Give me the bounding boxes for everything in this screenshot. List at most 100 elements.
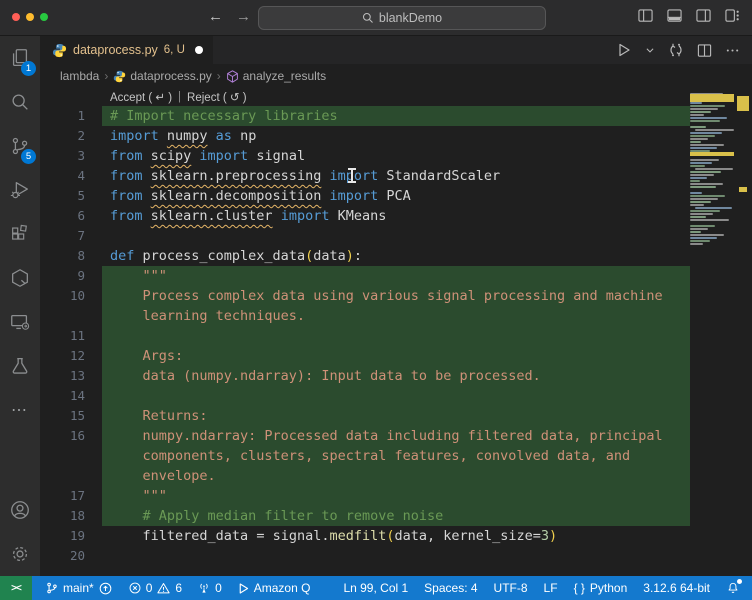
code-line[interactable]: components, clusters, spectral features,… — [40, 446, 690, 466]
code-line[interactable]: 5from sklearn.decomposition import PCA — [40, 186, 690, 206]
code-line[interactable]: 6from sklearn.cluster import KMeans — [40, 206, 690, 226]
explorer-badge: 1 — [21, 61, 36, 76]
sidebar-item-testing[interactable] — [0, 344, 40, 388]
line-content: from sklearn.cluster import KMeans — [102, 206, 690, 226]
radio-tower-icon — [197, 581, 211, 595]
code-line[interactable]: 13 data (numpy.ndarray): Input data to b… — [40, 366, 690, 386]
minimize-window-button[interactable] — [26, 13, 34, 21]
accept-suggestion-button[interactable]: Accept ( ↵ ) — [110, 90, 172, 104]
code-line[interactable]: 18 # Apply median filter to remove noise — [40, 506, 690, 526]
code-line[interactable]: 19 filtered_data = signal.medfilt(data, … — [40, 526, 690, 546]
code-line[interactable]: learning techniques. — [40, 306, 690, 326]
cursor-position-status[interactable]: Ln 99, Col 1 — [343, 581, 408, 595]
code-line[interactable]: 15 Returns: — [40, 406, 690, 426]
line-content: def process_complex_data(data): — [102, 246, 690, 266]
open-changes-button[interactable] — [668, 42, 684, 58]
sidebar-item-source-control[interactable]: 5 — [0, 124, 40, 168]
line-content: data (numpy.ndarray): Input data to be p… — [102, 366, 690, 386]
search-icon — [9, 91, 31, 113]
python-interpreter-status[interactable]: 3.12.6 64-bit — [643, 581, 710, 595]
run-icon — [616, 42, 632, 58]
overview-ruler[interactable] — [734, 88, 752, 576]
navigate-forward-icon[interactable]: → — [236, 8, 251, 25]
breadcrumb-symbol[interactable]: analyze_results — [226, 69, 326, 83]
line-content — [102, 546, 690, 566]
unsaved-changes-dot[interactable] — [195, 46, 203, 54]
sidebar-item-search[interactable] — [0, 80, 40, 124]
forwarded-ports-status[interactable]: 0 — [197, 581, 222, 595]
line-content: from scipy import signal — [102, 146, 690, 166]
accounts-button[interactable] — [0, 488, 40, 532]
line-number: 16 — [40, 426, 102, 446]
additional-views-button[interactable]: ⋯ — [0, 388, 40, 432]
code-line[interactable]: 10 Process complex data using various si… — [40, 286, 690, 306]
braces-icon: { } — [574, 581, 585, 595]
git-branch-status[interactable]: main* — [45, 581, 113, 596]
code-line[interactable]: 17 """ — [40, 486, 690, 506]
reject-suggestion-button[interactable]: Reject ( ↺ ) — [187, 90, 246, 104]
toggle-sidebar-left-icon[interactable] — [638, 8, 653, 23]
code-line[interactable]: 20 — [40, 546, 690, 566]
search-icon — [362, 12, 374, 24]
code-line[interactable]: 16 numpy.ndarray: Processed data includi… — [40, 426, 690, 446]
code-line[interactable]: 3from scipy import signal — [40, 146, 690, 166]
python-icon — [52, 43, 67, 58]
more-actions-button[interactable] — [725, 43, 740, 58]
run-dropdown-button[interactable] — [645, 45, 655, 55]
tab-dataprocess-py[interactable]: dataprocess.py 6, U — [40, 36, 213, 64]
line-content — [102, 226, 690, 246]
encoding-status[interactable]: UTF-8 — [494, 581, 528, 595]
problems-status[interactable]: 0 6 — [128, 581, 182, 596]
code-editor[interactable]: Accept ( ↵ ) | Reject ( ↺ ) 1# Import ne… — [40, 88, 752, 576]
eol-status[interactable]: LF — [544, 581, 558, 595]
line-number: 18 — [40, 506, 102, 526]
code-line[interactable]: 9 """ — [40, 266, 690, 286]
error-count: 0 — [146, 581, 153, 595]
sidebar-item-remote-explorer[interactable] — [0, 300, 40, 344]
extensions-icon — [9, 223, 31, 245]
toolbar-divider: | — [178, 91, 181, 103]
sidebar-item-explorer[interactable]: 1 — [0, 36, 40, 80]
line-number: 13 — [40, 366, 102, 386]
line-content: components, clusters, spectral features,… — [102, 446, 690, 466]
breadcrumb-file[interactable]: dataprocess.py — [113, 69, 211, 83]
settings-button[interactable] — [0, 532, 40, 576]
close-window-button[interactable] — [12, 13, 20, 21]
run-python-file-button[interactable] — [616, 42, 632, 58]
overview-ruler-marker — [739, 187, 747, 192]
sidebar-item-amazon-q[interactable] — [0, 256, 40, 300]
line-number — [40, 466, 102, 486]
command-center-search[interactable]: blankDemo — [258, 6, 546, 30]
line-content: Process complex data using various signa… — [102, 286, 690, 306]
code-line[interactable]: 7 — [40, 226, 690, 246]
amazon-q-status[interactable]: Amazon Q — [237, 581, 311, 595]
language-mode-status[interactable]: { } Python — [574, 581, 628, 595]
code-line[interactable]: 11 — [40, 326, 690, 346]
toggle-panel-icon[interactable] — [667, 8, 682, 23]
scm-badge: 5 — [21, 149, 36, 164]
split-editor-button[interactable] — [697, 43, 712, 58]
error-icon — [128, 581, 142, 595]
line-number: 2 — [40, 126, 102, 146]
code-line[interactable]: 2import numpy as np — [40, 126, 690, 146]
breadcrumb-folder[interactable]: lambda — [60, 69, 99, 83]
branch-name: main* — [63, 581, 94, 595]
sidebar-item-extensions[interactable] — [0, 212, 40, 256]
minimap[interactable] — [690, 90, 734, 410]
customize-layout-icon[interactable] — [725, 8, 740, 23]
zoom-window-button[interactable] — [40, 13, 48, 21]
line-number: 19 — [40, 526, 102, 546]
toggle-sidebar-right-icon[interactable] — [696, 8, 711, 23]
sidebar-item-run-debug[interactable] — [0, 168, 40, 212]
line-content: filtered_data = signal.medfilt(data, ker… — [102, 526, 690, 546]
code-line[interactable]: 4from sklearn.preprocessing import Stand… — [40, 166, 690, 186]
code-line[interactable]: 12 Args: — [40, 346, 690, 366]
code-line[interactable]: 1# Import necessary libraries — [40, 106, 690, 126]
notifications-button[interactable] — [726, 581, 740, 595]
code-line[interactable]: 8def process_complex_data(data): — [40, 246, 690, 266]
indentation-status[interactable]: Spaces: 4 — [424, 581, 477, 595]
navigate-back-icon[interactable]: ← — [208, 8, 223, 25]
code-line[interactable]: envelope. — [40, 466, 690, 486]
code-line[interactable]: 14 — [40, 386, 690, 406]
remote-indicator[interactable]: >< — [0, 576, 32, 600]
